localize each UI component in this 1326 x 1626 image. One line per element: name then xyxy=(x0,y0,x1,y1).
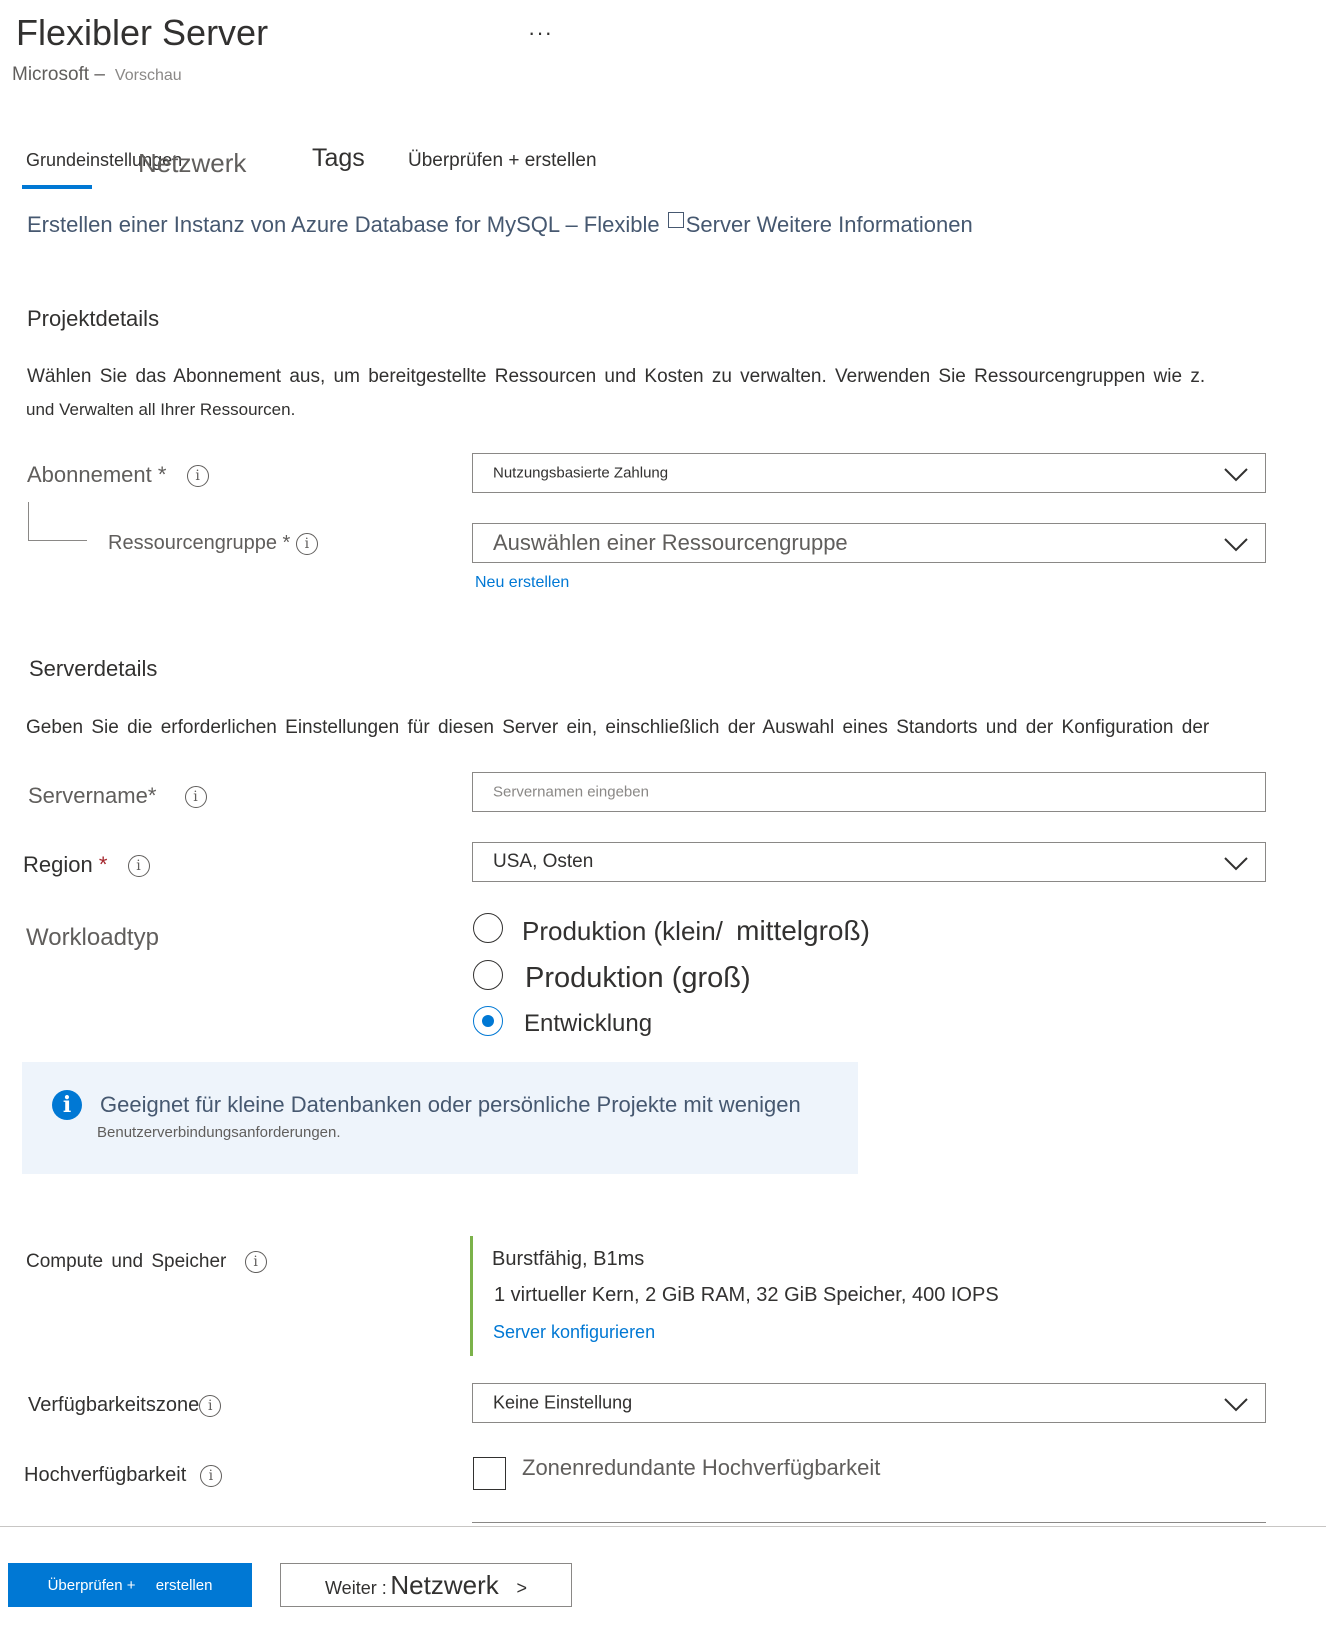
availability-zone-label: Verfügbarkeitszone i xyxy=(28,1394,222,1417)
footer-divider xyxy=(0,1526,1326,1527)
external-link-icon[interactable] xyxy=(667,212,684,228)
learn-more-link[interactable]: Server Weitere Informationen xyxy=(686,212,973,237)
info-icon[interactable]: i xyxy=(186,465,209,488)
info-icon[interactable]: i xyxy=(199,1464,222,1487)
workload-option-label: Produktion (klein/ mittelgroß) xyxy=(522,915,870,946)
more-options-icon[interactable]: ··· xyxy=(528,20,553,46)
chevron-down-icon xyxy=(1224,1398,1248,1412)
info-icon[interactable]: i xyxy=(199,1394,222,1417)
subscription-dropdown[interactable]: Nutzungsbasierte Zahlung xyxy=(472,453,1266,493)
required-indicator: * xyxy=(98,852,108,877)
workload-radio-production-large[interactable] xyxy=(473,960,503,990)
workload-radio-production-small[interactable] xyxy=(473,913,503,943)
chevron-down-icon xyxy=(1224,857,1248,871)
active-tab-indicator xyxy=(22,185,92,189)
availability-zone-dropdown[interactable]: Keine Einstellung xyxy=(472,1383,1266,1423)
project-description-line1: Wählen Sie das Abonnement aus, um bereit… xyxy=(27,366,1206,387)
resource-group-label: Ressourcengruppe * i xyxy=(108,532,318,555)
info-icon[interactable]: i xyxy=(127,855,150,878)
next-field-edge xyxy=(472,1522,1266,1523)
compute-tier: Burstfähig, B1ms xyxy=(492,1248,645,1270)
project-description-line2: und Verwalten all Ihrer Ressourcen. xyxy=(26,400,296,419)
tab-tags[interactable]: Tags xyxy=(312,144,365,173)
review-create-button[interactable]: Überprüfen + erstellen xyxy=(8,1563,252,1607)
publisher-label: Microsoft – xyxy=(12,64,105,85)
info-banner: i Geeignet für kleine Datenbanken oder p… xyxy=(22,1062,858,1174)
zone-redundant-ha-label: Zonenredundante Hochverfügbarkeit xyxy=(522,1455,881,1480)
server-description: Geben Sie die erforderlichen Einstellung… xyxy=(26,717,1210,738)
chevron-down-icon xyxy=(1224,468,1248,482)
info-icon[interactable]: i xyxy=(244,1251,267,1273)
intro-text: Erstellen einer Instanz von Azure Databa… xyxy=(27,212,973,237)
info-banner-text: Geeignet für kleine Datenbanken oder per… xyxy=(100,1092,801,1117)
workload-type-label: Workloadtyp xyxy=(26,924,159,951)
page-title: Flexibler Server xyxy=(16,12,269,53)
info-icon[interactable]: i xyxy=(184,786,207,809)
workload-option-label: Entwicklung xyxy=(524,1010,653,1037)
preview-badge: Vorschau xyxy=(114,67,182,84)
tab-networking[interactable]: Netzwerk xyxy=(138,148,246,179)
workload-radio-development[interactable] xyxy=(473,1006,503,1036)
project-details-heading: Projektdetails xyxy=(27,306,160,331)
region-dropdown[interactable]: USA, Osten xyxy=(472,842,1266,882)
high-availability-label: Hochverfügbarkeit i xyxy=(24,1464,222,1487)
next-networking-button[interactable]: Weiter : Netzwerk > xyxy=(280,1563,572,1607)
servername-input[interactable]: Servernamen eingeben xyxy=(472,772,1266,812)
workload-option-label: Produktion (groß) xyxy=(525,962,751,994)
compute-storage-label: Compute und Speicher i xyxy=(26,1251,267,1273)
region-label: Region * i xyxy=(23,852,150,878)
info-banner-subtext: Benutzerverbindungsanforderungen. xyxy=(97,1124,341,1141)
tab-review-create[interactable]: Überprüfen + erstellen xyxy=(408,150,597,172)
configure-server-link[interactable]: Server konfigurieren xyxy=(493,1322,655,1343)
zone-redundant-ha-checkbox[interactable] xyxy=(473,1457,506,1490)
chevron-down-icon xyxy=(1224,538,1248,552)
tree-connector xyxy=(28,502,87,541)
info-filled-icon: i xyxy=(52,1090,82,1120)
compute-specs: 1 virtueller Kern, 2 GiB RAM, 32 GiB Spe… xyxy=(494,1284,999,1306)
page-subtitle: Microsoft – Vorschau xyxy=(12,64,182,86)
server-details-heading: Serverdetails xyxy=(29,656,158,681)
compute-accent-bar xyxy=(470,1236,473,1356)
chevron-right-icon: > xyxy=(516,1577,527,1598)
servername-label: Servername* i xyxy=(28,783,207,809)
info-icon[interactable]: i xyxy=(295,532,318,555)
create-new-link[interactable]: Neu erstellen xyxy=(475,574,569,592)
subscription-label: Abonnement * i xyxy=(27,462,209,488)
resource-group-dropdown[interactable]: Auswählen einer Ressourcengruppe xyxy=(472,523,1266,563)
